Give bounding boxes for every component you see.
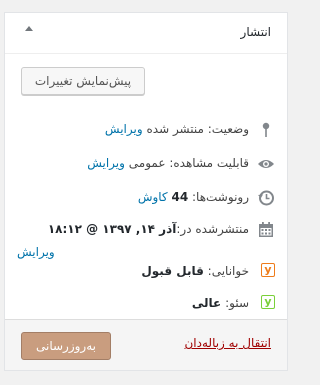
status-edit-link[interactable]: ویرایش xyxy=(105,122,143,136)
readability-row: y خوانایی: قابل قبول xyxy=(17,263,275,283)
pin-icon xyxy=(257,121,275,139)
eye-icon xyxy=(257,155,275,173)
visibility-value: عمومی xyxy=(128,156,166,170)
preview-changes-button[interactable]: پیش‌نمایش تغییرات xyxy=(21,67,145,95)
revisions-count: 44 xyxy=(171,190,189,204)
readability-label: خوانایی: xyxy=(207,264,249,278)
visibility-label: قابلیت مشاهده: xyxy=(169,156,249,170)
seo-value: عالی xyxy=(191,296,222,310)
published-date: آذر ۱۴, ۱۳۹۷ @ ۱۸:۱۲ xyxy=(47,222,177,236)
calendar-icon xyxy=(257,221,275,239)
readability-value: قابل قبول xyxy=(141,264,204,278)
published-label: منتشرشده در: xyxy=(176,222,249,236)
seo-label: سئو: xyxy=(225,296,249,310)
collapse-toggle-icon[interactable] xyxy=(25,26,33,31)
status-label: وضعیت: xyxy=(207,122,249,136)
panel-title: انتشار xyxy=(240,25,271,39)
publish-box-header[interactable]: انتشار xyxy=(5,13,287,54)
published-edit-link[interactable]: ویرایش xyxy=(17,245,55,259)
yoast-seo-icon: y xyxy=(257,295,275,313)
seo-row: y سئو: عالی xyxy=(17,295,275,315)
status-value: منتشر شده xyxy=(146,122,204,136)
yoast-readability-icon: y xyxy=(257,263,275,281)
update-button[interactable]: به‌روزرسانی xyxy=(21,332,111,360)
published-row: منتشرشده در:آذر ۱۴, ۱۳۹۷ @ ۱۸:۱۲ ویرایش xyxy=(17,221,275,265)
revisions-row: رونوشت‌ها: 44 کاوش xyxy=(17,189,275,209)
status-row: وضعیت: منتشر شده ویرایش xyxy=(17,121,275,141)
move-to-trash-link[interactable]: انتقال به زباله‌دان xyxy=(184,336,271,350)
revisions-label: رونوشت‌ها: xyxy=(192,190,249,204)
publish-actions: انتقال به زباله‌دان به‌روزرسانی xyxy=(5,319,287,370)
history-icon xyxy=(257,189,275,207)
publish-box: انتشار پیش‌نمایش تغییرات وضعیت: منتشر شد… xyxy=(4,12,288,371)
visibility-edit-link[interactable]: ویرایش xyxy=(87,156,125,170)
visibility-row: قابلیت مشاهده: عمومی ویرایش xyxy=(17,155,275,175)
revisions-browse-link[interactable]: کاوش xyxy=(138,190,168,204)
